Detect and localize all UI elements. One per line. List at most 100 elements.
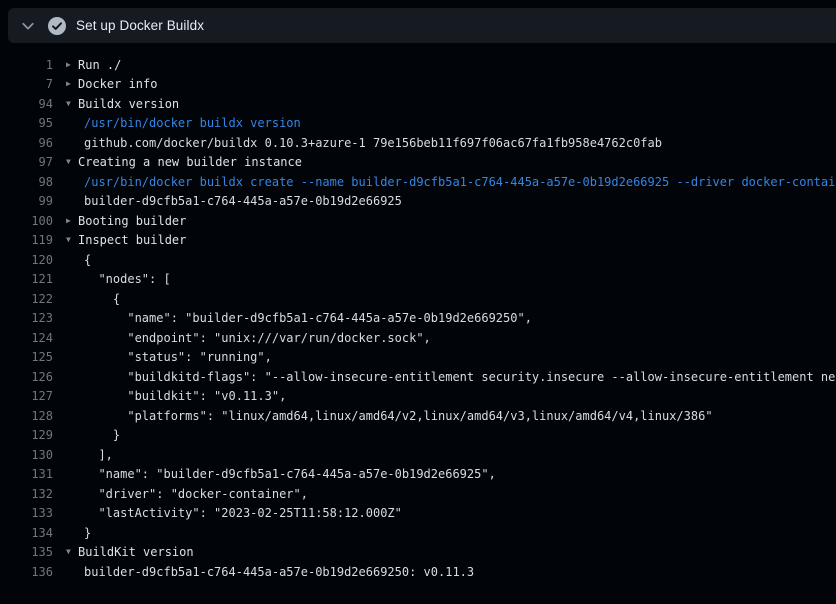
log-line: 96 github.com/docker/buildx 0.10.3+azure-… bbox=[0, 133, 836, 153]
log-line: 125 "status": "running", bbox=[0, 348, 836, 368]
log-text-line: "driver": "docker-container", bbox=[84, 487, 308, 501]
log-text-line: "lastActivity": "2023-02-25T11:58:12.000… bbox=[84, 506, 402, 520]
log-text-line: "status": "running", bbox=[84, 350, 272, 364]
line-number-link[interactable]: 120 bbox=[0, 253, 53, 267]
log-line: 129 } bbox=[0, 426, 836, 446]
triangle-collapsed-icon[interactable]: ▶ bbox=[66, 217, 78, 225]
line-number-link[interactable]: 97 bbox=[0, 155, 53, 169]
log-line: 130 ], bbox=[0, 445, 836, 465]
log-text: } bbox=[84, 526, 91, 540]
log-text: "endpoint": "unix:///var/run/docker.sock… bbox=[84, 331, 431, 345]
log-text: /usr/bin/docker buildx create --name bui… bbox=[84, 175, 836, 189]
log-line: 97 ▼Creating a new builder instance bbox=[0, 153, 836, 173]
log-line: 124 "endpoint": "unix:///var/run/docker.… bbox=[0, 328, 836, 348]
line-number-link[interactable]: 119 bbox=[0, 233, 53, 247]
line-number-link[interactable]: 94 bbox=[0, 97, 53, 111]
line-number-link[interactable]: 129 bbox=[0, 428, 53, 442]
log-text: { bbox=[84, 292, 120, 306]
log-line: 95/usr/bin/docker buildx version bbox=[0, 114, 836, 134]
log-line: 119 ▼Inspect builder bbox=[0, 231, 836, 251]
line-number-link[interactable]: 100 bbox=[0, 214, 53, 228]
log-line: 133 "lastActivity": "2023-02-25T11:58:12… bbox=[0, 504, 836, 524]
log-line: 132 "driver": "docker-container", bbox=[0, 484, 836, 504]
log-group-header[interactable]: ▶Run ./ bbox=[66, 58, 121, 72]
log-text-line: { bbox=[84, 292, 120, 306]
chevron-down-icon[interactable] bbox=[16, 14, 40, 38]
log-group-header[interactable]: ▶Booting builder bbox=[66, 214, 186, 228]
line-number-link[interactable]: 135 bbox=[0, 545, 53, 559]
triangle-expanded-icon[interactable]: ▼ bbox=[66, 236, 78, 244]
line-number-link[interactable]: 133 bbox=[0, 506, 53, 520]
log-line: 134} bbox=[0, 523, 836, 543]
log-text: "buildkitd-flags": "--allow-insecure-ent… bbox=[84, 370, 836, 384]
line-number-link[interactable]: 124 bbox=[0, 331, 53, 345]
log-text-line: github.com/docker/buildx 0.10.3+azure-1 … bbox=[84, 136, 662, 150]
log-output: 1▶Run ./7▶Docker info94▼Buildx version95… bbox=[0, 45, 836, 604]
log-line: 99 builder-d9cfb5a1-c764-445a-a57e-0b19d2… bbox=[0, 192, 836, 212]
log-text: builder-d9cfb5a1-c764-445a-a57e-0b19d2e6… bbox=[84, 194, 402, 208]
line-number-link[interactable]: 98 bbox=[0, 175, 53, 189]
log-text: Creating a new builder instance bbox=[78, 155, 302, 169]
triangle-collapsed-icon[interactable]: ▶ bbox=[66, 61, 78, 69]
log-text: } bbox=[84, 428, 120, 442]
log-group-header[interactable]: ▼Buildx version bbox=[66, 97, 179, 111]
log-line: 98/usr/bin/docker buildx create --name b… bbox=[0, 172, 836, 192]
log-line: 121 "nodes": [ bbox=[0, 270, 836, 290]
log-line: 131 "name": "builder-d9cfb5a1-c764-445a-… bbox=[0, 465, 836, 485]
step-title: Set up Docker Buildx bbox=[76, 18, 204, 33]
log-text: builder-d9cfb5a1-c764-445a-a57e-0b19d2e6… bbox=[84, 565, 474, 579]
triangle-expanded-icon[interactable]: ▼ bbox=[66, 100, 78, 108]
log-group-header[interactable]: ▼Inspect builder bbox=[66, 233, 186, 247]
log-text-line: builder-d9cfb5a1-c764-445a-a57e-0b19d2e6… bbox=[84, 565, 474, 579]
log-group-header[interactable]: ▼Creating a new builder instance bbox=[66, 155, 302, 169]
line-number-link[interactable]: 130 bbox=[0, 448, 53, 462]
log-text: "lastActivity": "2023-02-25T11:58:12.000… bbox=[84, 506, 402, 520]
line-number-link[interactable]: 125 bbox=[0, 350, 53, 364]
log-text: "name": "builder-d9cfb5a1-c764-445a-a57e… bbox=[84, 467, 496, 481]
log-line: 94 ▼Buildx version bbox=[0, 94, 836, 114]
line-number-link[interactable]: 99 bbox=[0, 194, 53, 208]
line-number-link[interactable]: 131 bbox=[0, 467, 53, 481]
line-number-link[interactable]: 126 bbox=[0, 370, 53, 384]
check-circle-icon bbox=[48, 17, 66, 35]
line-number-link[interactable]: 122 bbox=[0, 292, 53, 306]
triangle-expanded-icon[interactable]: ▼ bbox=[66, 158, 78, 166]
triangle-collapsed-icon[interactable]: ▶ bbox=[66, 80, 78, 88]
line-number-link[interactable]: 132 bbox=[0, 487, 53, 501]
log-text: "nodes": [ bbox=[84, 272, 171, 286]
line-number-link[interactable]: 7 bbox=[0, 77, 53, 91]
log-text: github.com/docker/buildx 0.10.3+azure-1 … bbox=[84, 136, 662, 150]
line-number-link[interactable]: 136 bbox=[0, 565, 53, 579]
log-text-line: "nodes": [ bbox=[84, 272, 171, 286]
step-header[interactable]: Set up Docker Buildx bbox=[8, 8, 836, 43]
log-text: Inspect builder bbox=[78, 233, 186, 247]
log-group-header[interactable]: ▶Docker info bbox=[66, 77, 157, 91]
log-line: 126 "buildkitd-flags": "--allow-insecure… bbox=[0, 367, 836, 387]
log-group-header[interactable]: ▼BuildKit version bbox=[66, 545, 194, 559]
log-text-line: "endpoint": "unix:///var/run/docker.sock… bbox=[84, 331, 431, 345]
log-line: 135 ▼BuildKit version bbox=[0, 543, 836, 563]
log-line: 7 ▶Docker info bbox=[0, 75, 836, 95]
log-line: 122 { bbox=[0, 289, 836, 309]
log-text: ], bbox=[84, 448, 113, 462]
log-text-line: "platforms": "linux/amd64,linux/amd64/v2… bbox=[84, 409, 713, 423]
triangle-expanded-icon[interactable]: ▼ bbox=[66, 548, 78, 556]
log-text-line: /usr/bin/docker buildx version bbox=[84, 116, 301, 130]
log-text-line: { bbox=[84, 253, 91, 267]
line-number-link[interactable]: 96 bbox=[0, 136, 53, 150]
log-text: Run ./ bbox=[78, 58, 121, 72]
line-number-link[interactable]: 128 bbox=[0, 409, 53, 423]
line-number-link[interactable]: 123 bbox=[0, 311, 53, 325]
line-number-link[interactable]: 134 bbox=[0, 526, 53, 540]
log-line: 123 "name": "builder-d9cfb5a1-c764-445a-… bbox=[0, 309, 836, 329]
line-number-link[interactable]: 121 bbox=[0, 272, 53, 286]
line-number-link[interactable]: 95 bbox=[0, 116, 53, 130]
log-text: /usr/bin/docker buildx version bbox=[84, 116, 301, 130]
log-text: BuildKit version bbox=[78, 545, 194, 559]
log-text-line: "buildkit": "v0.11.3", bbox=[84, 389, 286, 403]
line-number-link[interactable]: 1 bbox=[0, 58, 53, 72]
log-text: Booting builder bbox=[78, 214, 186, 228]
log-text-line: } bbox=[84, 428, 120, 442]
log-text-line: /usr/bin/docker buildx create --name bui… bbox=[84, 175, 836, 189]
line-number-link[interactable]: 127 bbox=[0, 389, 53, 403]
